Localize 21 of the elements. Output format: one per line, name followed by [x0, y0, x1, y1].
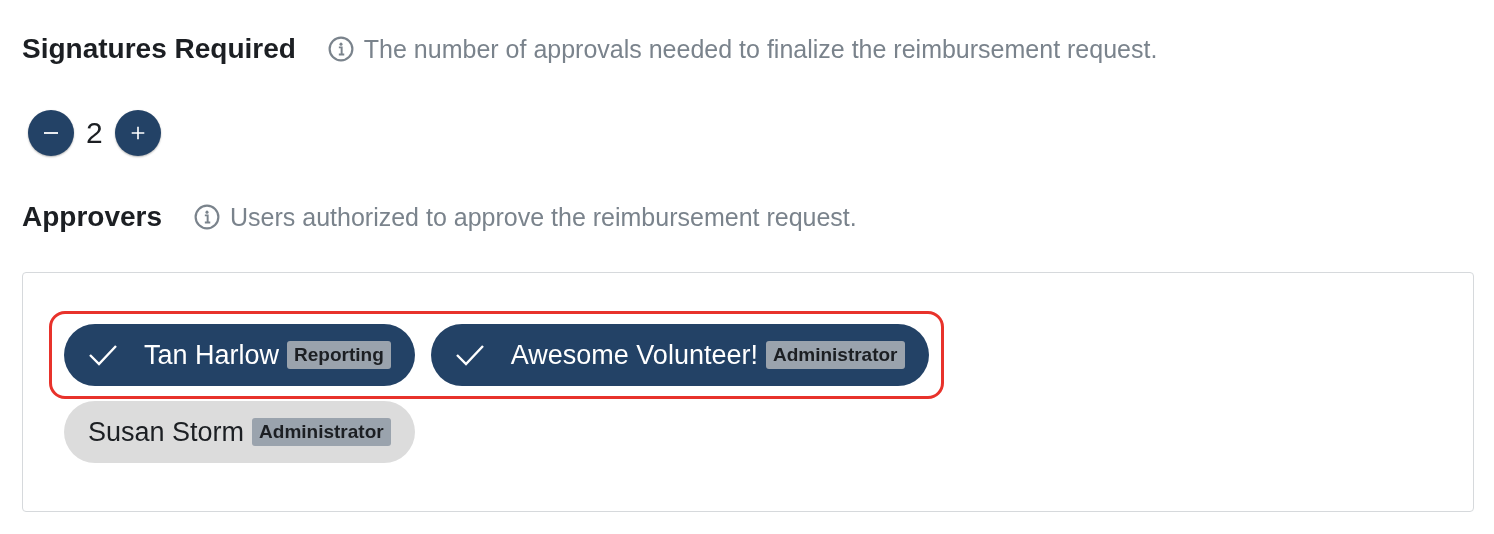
- user-chip[interactable]: Awesome Volunteer! Administrator: [430, 324, 929, 386]
- increment-button[interactable]: [114, 110, 161, 156]
- hint-text: The number of approvals needed to finalize the reimbursement request.: [363, 34, 1158, 64]
- check-icon: [88, 343, 118, 367]
- user-name: Susan Storm: [88, 416, 245, 448]
- section-title: Approvers: [22, 201, 163, 233]
- role-tag: Administrator: [252, 418, 391, 446]
- user-name: Tan Harlow: [144, 339, 280, 371]
- role-tag: Administrator: [765, 341, 905, 369]
- decrement-button[interactable]: [28, 110, 74, 156]
- user-name: Awesome Volunteer!: [510, 339, 758, 371]
- check-icon: [454, 343, 485, 367]
- count-value: 2: [86, 116, 103, 150]
- info-icon: [327, 36, 354, 62]
- section-title: Signatures Required: [22, 33, 296, 65]
- minus-icon: [43, 132, 59, 134]
- info-icon: [194, 204, 221, 230]
- user-chip[interactable]: Tan Harlow Reporting: [64, 324, 415, 386]
- user-chip[interactable]: Susan Storm Administrator: [64, 401, 415, 463]
- hint-text: Users authorized to approve the reimbursement request.: [230, 202, 857, 232]
- role-tag: Reporting: [287, 341, 391, 369]
